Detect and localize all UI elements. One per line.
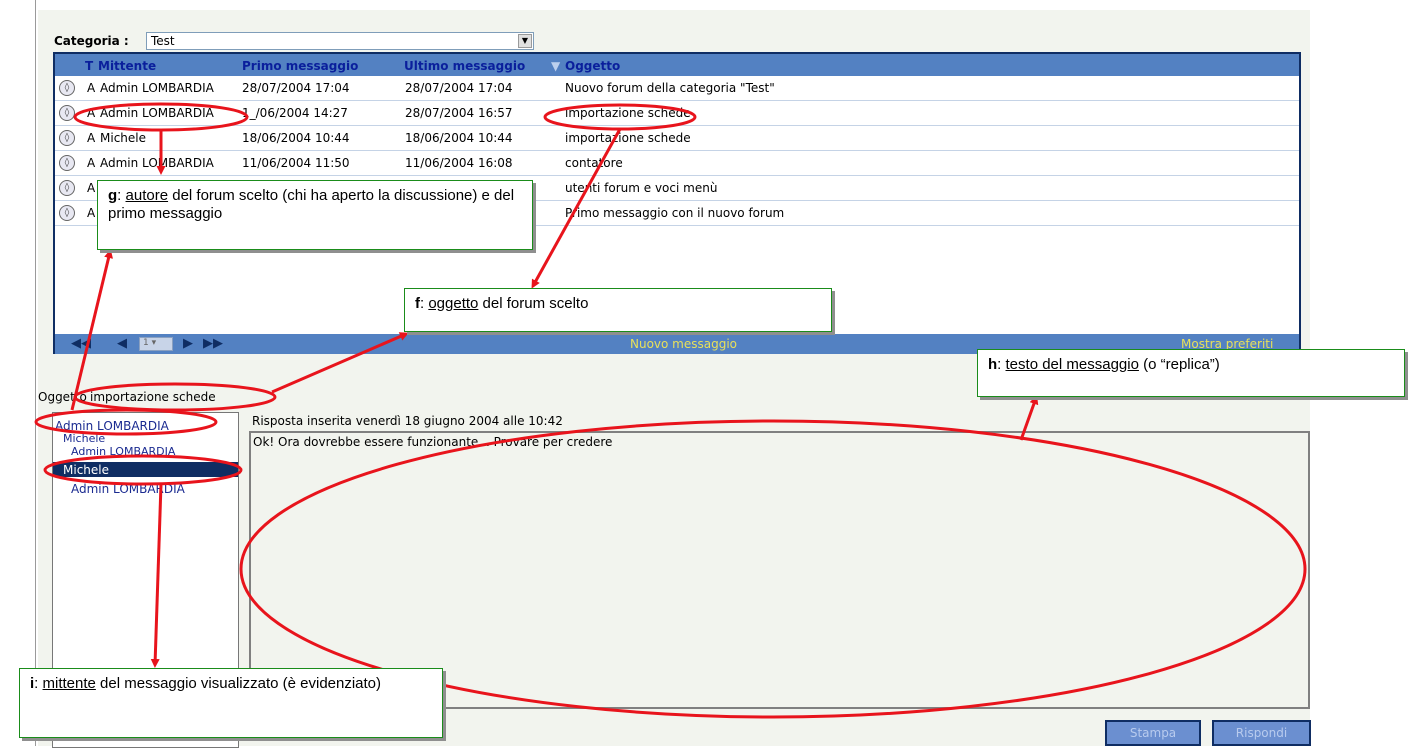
callout-term: mittente [42,675,96,692]
annotation-arrow [531,128,622,289]
callout-g: g: autore del forum scelto (chi ha apert… [97,180,533,250]
highlight-ellipse [43,454,243,486]
callout-f: f: oggetto del forum scelto [404,288,832,332]
callout-term: autore [125,187,169,204]
annotation-arrow [150,483,163,668]
annotation-arrow [1019,395,1039,441]
callout-text: del messaggio visualizzato (è evidenziat… [95,675,382,692]
highlight-ellipse [34,408,218,436]
callout-letter: f [415,295,420,312]
highlight-ellipse [543,103,697,131]
callout-letter: h [988,356,998,373]
callout-letter: g [108,187,118,204]
callout-term: oggetto [428,295,479,312]
highlight-ellipse [73,382,277,412]
callout-term: testo del messaggio [1005,356,1139,373]
annotation-arrow [271,332,409,394]
callout-i: i: mittente del messaggio visualizzato (… [19,668,443,738]
callout-h: h: testo del messaggio (o “replica”) [977,349,1405,397]
callout-text: del forum scelto (chi ha aperto la discu… [108,187,515,222]
callout-text: (o “replica”) [1138,356,1220,373]
callout-text: del forum scelto [478,295,589,312]
callout-letter: i [30,675,35,692]
highlight-ellipse [73,102,249,132]
